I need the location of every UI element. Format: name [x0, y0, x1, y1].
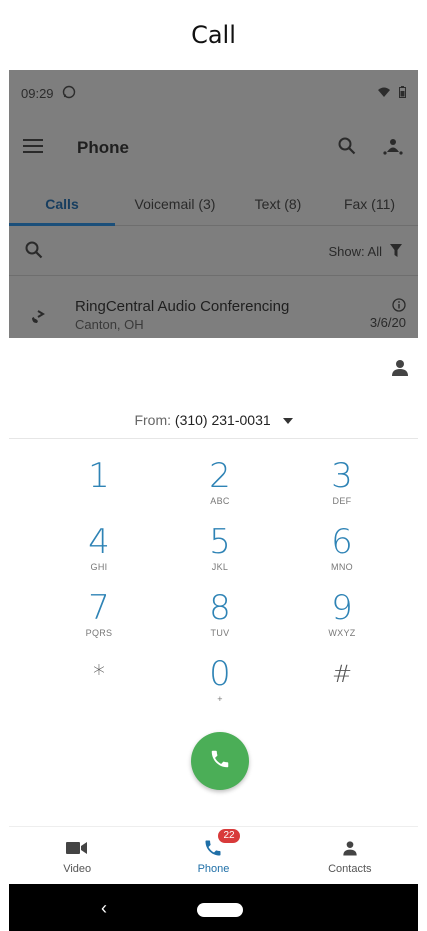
- show-filter[interactable]: Show: All: [328, 243, 402, 260]
- wifi-icon: [377, 86, 391, 101]
- key-2[interactable]: 2 ABC: [180, 457, 260, 517]
- status-time: 09:29: [21, 85, 54, 101]
- nav-contacts-label: Contacts: [328, 862, 372, 875]
- from-number: (310) 231-0031: [174, 412, 271, 428]
- key-3[interactable]: 3 DEF: [302, 457, 382, 517]
- key-letters: +: [217, 694, 223, 704]
- from-label: From:: [134, 412, 172, 428]
- key-digit: *: [93, 660, 105, 688]
- key-7[interactable]: 7 PQRS: [59, 589, 139, 649]
- key-digit: 4: [88, 522, 110, 562]
- key-letters: GHI: [90, 562, 108, 572]
- show-filter-label: Show: All: [328, 244, 382, 259]
- key-letters: WXYZ: [328, 628, 356, 638]
- key-digit: 8: [209, 588, 231, 628]
- bottom-navigation: Video 22 Phone Contacts: [9, 826, 418, 883]
- phone-icon: [209, 748, 231, 775]
- call-location: Canton, OH: [75, 317, 144, 332]
- nav-contacts[interactable]: Contacts: [282, 827, 418, 883]
- key-digit: 0: [209, 654, 231, 694]
- key-digit: 2: [209, 456, 231, 496]
- app-title: Phone: [77, 138, 129, 157]
- tab-text[interactable]: Text (8): [235, 182, 321, 225]
- unread-badge: 22: [217, 827, 241, 844]
- info-icon[interactable]: [370, 298, 406, 315]
- call-contact-name: RingCentral Audio Conferencing: [75, 298, 290, 315]
- tab-calls-label: Calls: [45, 195, 79, 212]
- key-4[interactable]: 4 GHI: [59, 523, 139, 583]
- tab-text-label: Text (8): [254, 195, 302, 212]
- key-hash[interactable]: #: [302, 655, 382, 715]
- chevron-down-icon: [282, 418, 293, 425]
- phone-app-screen: 09:29 Phone Calls Voicemail (3) Text (8)…: [9, 70, 418, 338]
- contact-icon: [340, 836, 360, 860]
- key-star[interactable]: *: [59, 655, 139, 715]
- key-digit: #: [331, 660, 353, 688]
- status-bar: 09:29: [9, 70, 418, 116]
- key-letters: ABC: [210, 496, 230, 506]
- nav-video[interactable]: Video: [9, 827, 145, 883]
- nav-video-label: Video: [63, 862, 92, 875]
- key-digit: 9: [331, 588, 353, 628]
- key-5[interactable]: 5 JKL: [180, 523, 260, 583]
- tab-voicemail[interactable]: Voicemail (3): [115, 182, 235, 225]
- key-letters: PQRS: [85, 628, 113, 638]
- back-icon[interactable]: ‹: [101, 898, 107, 919]
- app-bar: Phone: [9, 128, 418, 168]
- battery-icon: [399, 85, 406, 101]
- outgoing-call-icon: [29, 308, 47, 331]
- tab-fax[interactable]: Fax (11): [321, 182, 418, 225]
- key-digit: 5: [209, 522, 231, 562]
- key-0[interactable]: 0 +: [180, 655, 260, 715]
- key-digit: 3: [331, 456, 353, 496]
- video-icon: [66, 836, 88, 860]
- call-button[interactable]: [191, 732, 249, 790]
- key-letters: JKL: [211, 562, 229, 572]
- tab-calls[interactable]: Calls: [9, 182, 115, 226]
- tab-fax-label: Fax (11): [343, 195, 396, 212]
- key-letters: MNO: [331, 562, 353, 572]
- tab-bar: Calls Voicemail (3) Text (8) Fax (11): [9, 182, 418, 226]
- contact-picker-icon[interactable]: [388, 356, 412, 380]
- whatsapp-icon: [62, 85, 76, 102]
- funnel-icon: [390, 243, 402, 260]
- nav-phone[interactable]: 22 Phone: [145, 827, 281, 883]
- key-6[interactable]: 6 MNO: [302, 523, 382, 583]
- system-navigation-bar: ‹: [9, 884, 418, 931]
- screenshot-caption: Call: [191, 21, 236, 49]
- presence-icon[interactable]: [382, 136, 404, 161]
- nav-phone-label: Phone: [197, 862, 230, 875]
- divider: [9, 438, 418, 439]
- call-log-item[interactable]: RingCentral Audio Conferencing Canton, O…: [9, 284, 418, 338]
- home-pill[interactable]: [197, 903, 243, 917]
- tab-voicemail-label: Voicemail (3): [134, 195, 216, 212]
- call-date: 3/6/20: [369, 315, 406, 330]
- key-digit: 7: [88, 588, 110, 628]
- key-8[interactable]: 8 TUV: [180, 589, 260, 649]
- search-icon[interactable]: [338, 137, 356, 160]
- key-letters: TUV: [210, 628, 230, 638]
- from-number-selector[interactable]: From: (310) 231-0031: [0, 412, 427, 428]
- menu-icon[interactable]: [23, 138, 43, 158]
- filter-search-icon[interactable]: [25, 241, 43, 262]
- filter-bar: Show: All: [9, 228, 418, 276]
- key-digit: 1: [88, 456, 110, 496]
- phone-icon: 22: [203, 827, 241, 860]
- key-digit: 6: [331, 522, 353, 562]
- key-1[interactable]: 1: [59, 457, 139, 517]
- key-letters: DEF: [332, 496, 352, 506]
- key-9[interactable]: 9 WXYZ: [302, 589, 382, 649]
